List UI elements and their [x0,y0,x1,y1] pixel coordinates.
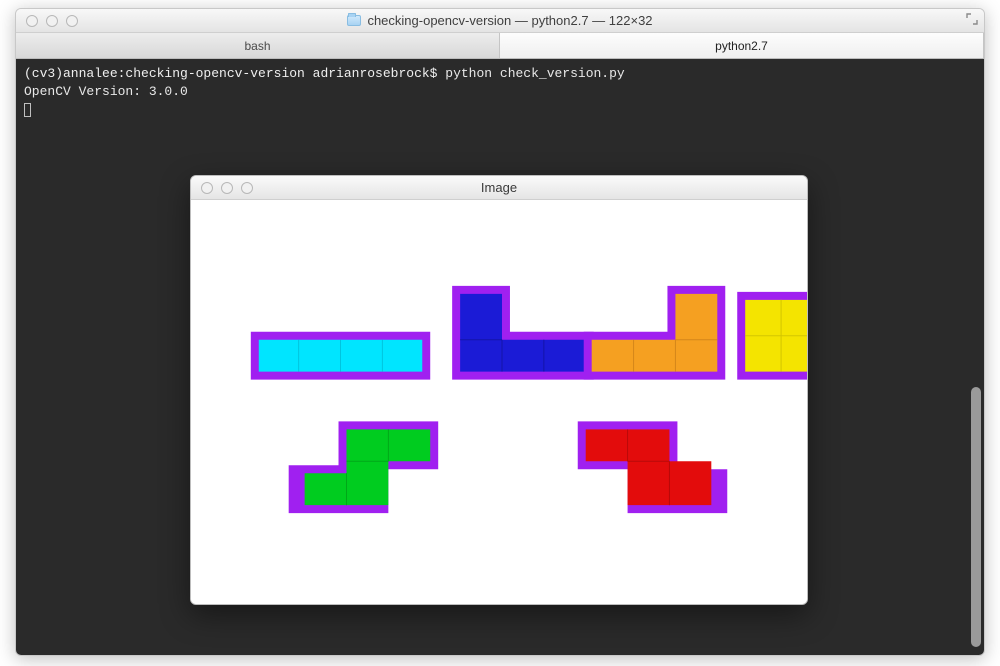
tab-label: python2.7 [715,39,768,53]
terminal-tabs: bash python2.7 [16,33,984,59]
prompt-text: (cv3)annalee:checking-opencv-version adr… [24,66,445,81]
terminal-line-2: OpenCV Version: 3.0.0 [24,83,976,101]
tetris-svg [191,200,807,604]
image-titlebar[interactable]: Image [191,176,807,200]
terminal-title-text: checking-opencv-version — python2.7 — 12… [367,13,652,28]
tab-bash[interactable]: bash [16,33,500,58]
terminal-title: checking-opencv-version — python2.7 — 12… [16,13,984,28]
traffic-lights [26,15,78,27]
image-window-title: Image [191,180,807,195]
shape-s [289,421,439,513]
folder-icon [347,15,361,26]
cursor-icon [24,103,31,117]
zoom-icon[interactable] [66,15,78,27]
terminal-line-1: (cv3)annalee:checking-opencv-version adr… [24,65,976,83]
close-icon[interactable] [26,15,38,27]
terminal-titlebar[interactable]: checking-opencv-version — python2.7 — 12… [16,9,984,33]
terminal-line-3 [24,101,976,119]
shape-l [584,286,726,380]
image-window: Image [190,175,808,605]
terminal-scrollbar[interactable] [971,67,981,647]
tab-label: bash [244,39,270,53]
expand-icon[interactable] [966,13,978,28]
shape-z [578,421,728,513]
image-canvas [191,200,807,604]
scrollbar-thumb[interactable] [971,387,981,647]
shape-j [452,286,594,380]
minimize-icon[interactable] [46,15,58,27]
tab-python[interactable]: python2.7 [500,33,984,58]
shape-i [251,332,430,380]
command-text: python check_version.py [445,66,624,81]
